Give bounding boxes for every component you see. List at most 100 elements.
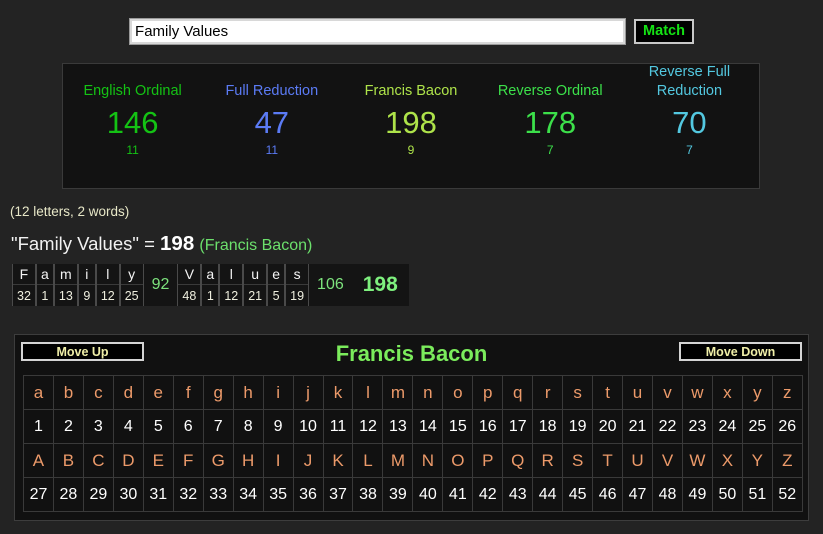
alphabet-letter-cell[interactable]: s: [562, 375, 594, 410]
alphabet-value-cell[interactable]: 11: [322, 409, 354, 444]
alphabet-value-cell[interactable]: 14: [412, 409, 444, 444]
alphabet-value-cell[interactable]: 21: [622, 409, 654, 444]
alphabet-value-cell[interactable]: 41: [442, 477, 474, 512]
alphabet-letter-cell[interactable]: k: [322, 375, 354, 410]
alphabet-value-cell[interactable]: 44: [532, 477, 564, 512]
alphabet-letter-cell[interactable]: V: [652, 443, 683, 478]
alphabet-value-cell[interactable]: 43: [502, 477, 534, 512]
cipher-column-reverse-ordinal[interactable]: Reverse Ordinal 178 7: [481, 64, 620, 188]
alphabet-letter-cell[interactable]: Q: [502, 443, 534, 478]
alphabet-value-cell[interactable]: 5: [142, 409, 174, 444]
alphabet-letter-cell[interactable]: I: [262, 443, 294, 478]
alphabet-value-cell[interactable]: 20: [592, 409, 624, 444]
alphabet-letter-cell[interactable]: d: [112, 375, 144, 410]
alphabet-letter-cell[interactable]: z: [771, 375, 803, 410]
alphabet-value-cell[interactable]: 3: [82, 409, 114, 444]
alphabet-value-cell[interactable]: 24: [711, 409, 743, 444]
alphabet-letter-cell[interactable]: f: [172, 375, 204, 410]
alphabet-letter-cell[interactable]: P: [472, 443, 504, 478]
alphabet-value-cell[interactable]: 28: [52, 477, 84, 512]
alphabet-value-cell[interactable]: 50: [711, 477, 743, 512]
alphabet-letter-cell[interactable]: C: [82, 443, 114, 478]
alphabet-letter-cell[interactable]: N: [412, 443, 444, 478]
alphabet-value-cell[interactable]: 51: [741, 477, 773, 512]
alphabet-value-cell[interactable]: 27: [23, 477, 54, 512]
alphabet-letter-cell[interactable]: v: [652, 375, 683, 410]
alphabet-letter-cell[interactable]: i: [262, 375, 294, 410]
cipher-column-full-reduction[interactable]: Full Reduction 47 11: [202, 64, 341, 188]
alphabet-letter-cell[interactable]: g: [202, 375, 234, 410]
alphabet-letter-cell[interactable]: q: [502, 375, 534, 410]
alphabet-letter-cell[interactable]: X: [711, 443, 743, 478]
alphabet-letter-cell[interactable]: h: [232, 375, 264, 410]
alphabet-value-cell[interactable]: 22: [652, 409, 683, 444]
alphabet-letter-cell[interactable]: o: [442, 375, 474, 410]
alphabet-value-cell[interactable]: 31: [142, 477, 174, 512]
alphabet-value-cell[interactable]: 36: [292, 477, 324, 512]
alphabet-letter-cell[interactable]: G: [202, 443, 234, 478]
alphabet-letter-cell[interactable]: u: [622, 375, 654, 410]
alphabet-value-cell[interactable]: 23: [681, 409, 713, 444]
alphabet-letter-cell[interactable]: w: [681, 375, 713, 410]
alphabet-value-cell[interactable]: 45: [562, 477, 594, 512]
alphabet-value-cell[interactable]: 35: [262, 477, 294, 512]
alphabet-letter-cell[interactable]: c: [82, 375, 114, 410]
alphabet-value-cell[interactable]: 42: [472, 477, 504, 512]
alphabet-letter-cell[interactable]: Y: [741, 443, 773, 478]
alphabet-letter-cell[interactable]: y: [741, 375, 773, 410]
match-button[interactable]: Match: [634, 18, 694, 44]
alphabet-value-cell[interactable]: 18: [532, 409, 564, 444]
alphabet-letter-cell[interactable]: b: [52, 375, 84, 410]
alphabet-letter-cell[interactable]: M: [382, 443, 414, 478]
alphabet-letter-cell[interactable]: D: [112, 443, 144, 478]
alphabet-value-cell[interactable]: 38: [352, 477, 384, 512]
alphabet-letter-cell[interactable]: W: [681, 443, 713, 478]
alphabet-value-cell[interactable]: 46: [592, 477, 624, 512]
alphabet-letter-cell[interactable]: Z: [771, 443, 803, 478]
alphabet-letter-cell[interactable]: x: [711, 375, 743, 410]
alphabet-value-cell[interactable]: 48: [652, 477, 683, 512]
alphabet-letter-cell[interactable]: K: [322, 443, 354, 478]
cipher-column-francis-bacon[interactable]: Francis Bacon 198 9: [341, 64, 480, 188]
alphabet-value-cell[interactable]: 26: [771, 409, 803, 444]
alphabet-letter-cell[interactable]: n: [412, 375, 444, 410]
alphabet-letter-cell[interactable]: t: [592, 375, 624, 410]
alphabet-value-cell[interactable]: 4: [112, 409, 144, 444]
cipher-column-english-ordinal[interactable]: English Ordinal 146 11: [63, 64, 202, 188]
alphabet-value-cell[interactable]: 52: [771, 477, 803, 512]
alphabet-value-cell[interactable]: 6: [172, 409, 204, 444]
alphabet-value-cell[interactable]: 19: [562, 409, 594, 444]
alphabet-value-cell[interactable]: 25: [741, 409, 773, 444]
alphabet-letter-cell[interactable]: m: [382, 375, 414, 410]
alphabet-value-cell[interactable]: 8: [232, 409, 264, 444]
alphabet-letter-cell[interactable]: l: [352, 375, 384, 410]
alphabet-value-cell[interactable]: 2: [52, 409, 84, 444]
alphabet-value-cell[interactable]: 49: [681, 477, 713, 512]
alphabet-value-cell[interactable]: 10: [292, 409, 324, 444]
alphabet-letter-cell[interactable]: E: [142, 443, 174, 478]
alphabet-letter-cell[interactable]: F: [172, 443, 204, 478]
alphabet-value-cell[interactable]: 16: [472, 409, 504, 444]
alphabet-value-cell[interactable]: 17: [502, 409, 534, 444]
alphabet-value-cell[interactable]: 30: [112, 477, 144, 512]
alphabet-value-cell[interactable]: 13: [382, 409, 414, 444]
alphabet-value-cell[interactable]: 40: [412, 477, 444, 512]
alphabet-letter-cell[interactable]: r: [532, 375, 564, 410]
alphabet-value-cell[interactable]: 32: [172, 477, 204, 512]
alphabet-value-cell[interactable]: 33: [202, 477, 234, 512]
alphabet-letter-cell[interactable]: a: [23, 375, 54, 410]
alphabet-letter-cell[interactable]: O: [442, 443, 474, 478]
alphabet-value-cell[interactable]: 1: [23, 409, 54, 444]
alphabet-letter-cell[interactable]: U: [622, 443, 654, 478]
search-input[interactable]: [129, 17, 627, 45]
alphabet-value-cell[interactable]: 37: [322, 477, 354, 512]
alphabet-letter-cell[interactable]: L: [352, 443, 384, 478]
alphabet-letter-cell[interactable]: J: [292, 443, 324, 478]
alphabet-value-cell[interactable]: 7: [202, 409, 234, 444]
alphabet-value-cell[interactable]: 15: [442, 409, 474, 444]
alphabet-value-cell[interactable]: 29: [82, 477, 114, 512]
alphabet-letter-cell[interactable]: A: [23, 443, 54, 478]
alphabet-letter-cell[interactable]: B: [52, 443, 84, 478]
alphabet-value-cell[interactable]: 12: [352, 409, 384, 444]
move-down-button[interactable]: Move Down: [679, 342, 802, 361]
